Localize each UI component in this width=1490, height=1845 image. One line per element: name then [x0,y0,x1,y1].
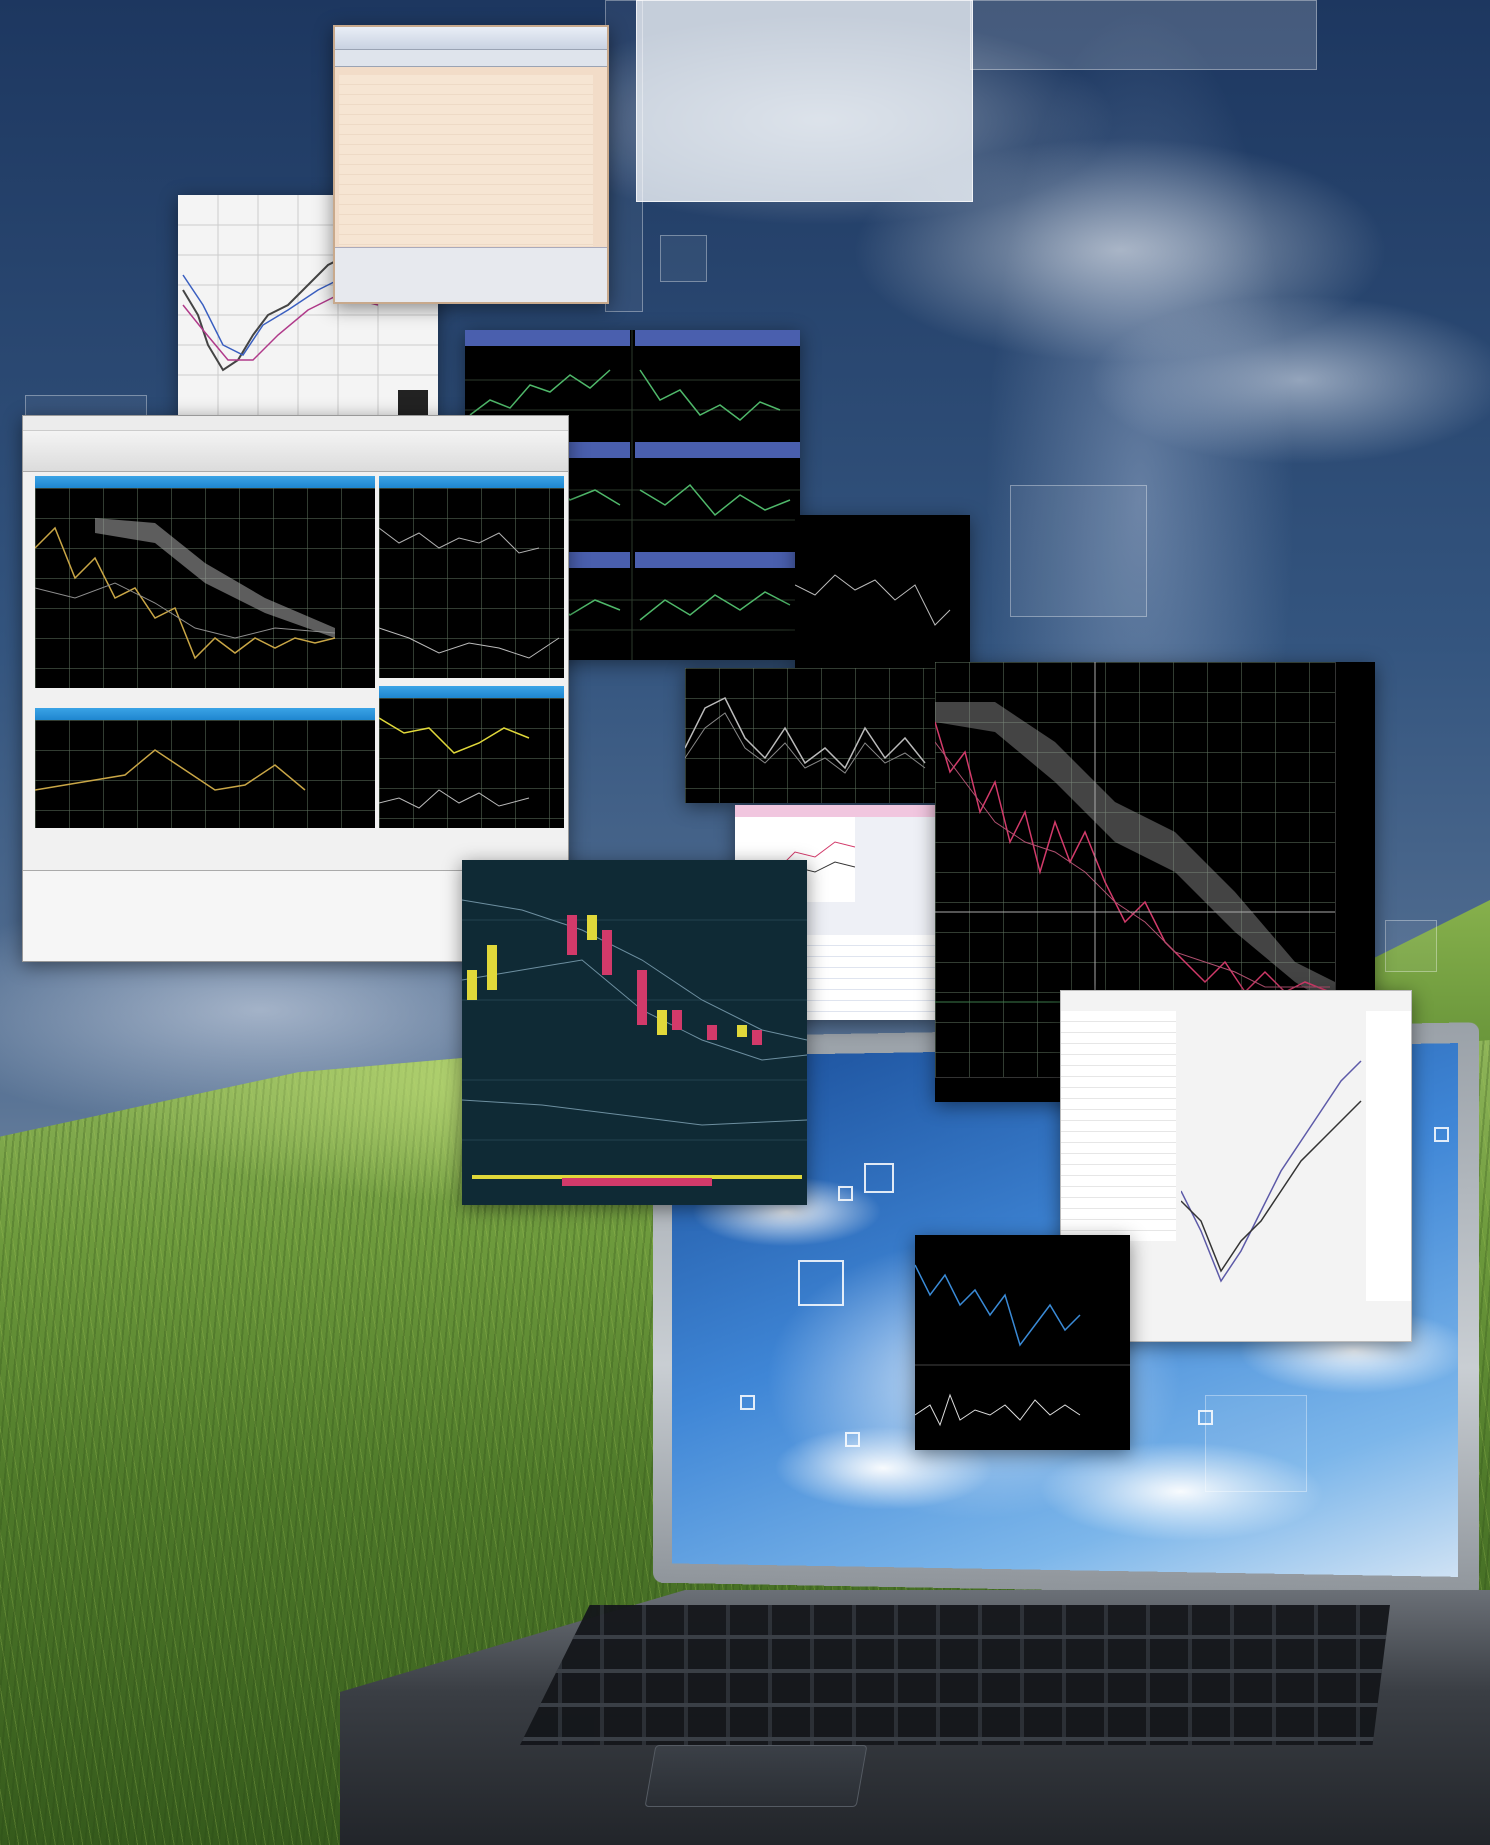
table-window-rows [339,75,593,246]
glass-panel [1385,920,1437,972]
table-window-titlebar [335,27,607,50]
terminal-menubar [23,416,568,431]
watchlist-table [1061,1011,1176,1241]
chart-titlebar [35,476,375,488]
table-window-footer [335,247,607,302]
line-chart-icon [379,717,530,809]
line-chart-icon [915,1264,1130,1427]
table-window [333,25,609,304]
chart-window-dark [795,515,970,675]
glass-panel [798,1260,844,1306]
screen-chart-window [915,1235,1130,1450]
glass-panel [864,1163,894,1193]
glass-square-icon [845,1432,860,1447]
laptop-touchpad [644,1745,868,1807]
oscillator-chart-icon [685,696,926,774]
glass-square-icon [740,1395,755,1410]
glass-panel [605,0,643,312]
chart-panel-lower-left [35,720,375,828]
glass-panel [1010,485,1147,617]
bar-chart-icon [35,749,306,791]
chart-titlebar [379,476,564,488]
table-window-tabs [335,50,607,67]
line-chart-icon [795,574,951,626]
percent-axis [1366,1011,1411,1301]
oscillator-window [685,668,945,803]
keyboard-rows [520,1605,1390,1745]
glass-panel [1205,1395,1307,1492]
chart-panel-upper-right [379,488,564,678]
glass-panel [970,0,1317,70]
chart-panel-main [35,488,375,688]
line-chart-icon [379,527,560,659]
chart-titlebar [35,708,375,720]
glass-square-icon [838,1186,853,1201]
line-chart-icon [1181,1060,1362,1283]
candlestick-window [462,860,807,1205]
scene [0,0,1490,1845]
chart-panel-lower-right [379,698,564,828]
chart-titlebar [379,686,564,698]
quotes-window-titlebar [735,805,940,817]
candlestick-chart-icon [462,899,807,1186]
candle-chart-icon [35,518,336,660]
glass-panel [636,0,973,202]
glass-square-icon [1434,1127,1449,1142]
terminal-toolbar [23,431,568,472]
glass-panel [660,235,707,282]
